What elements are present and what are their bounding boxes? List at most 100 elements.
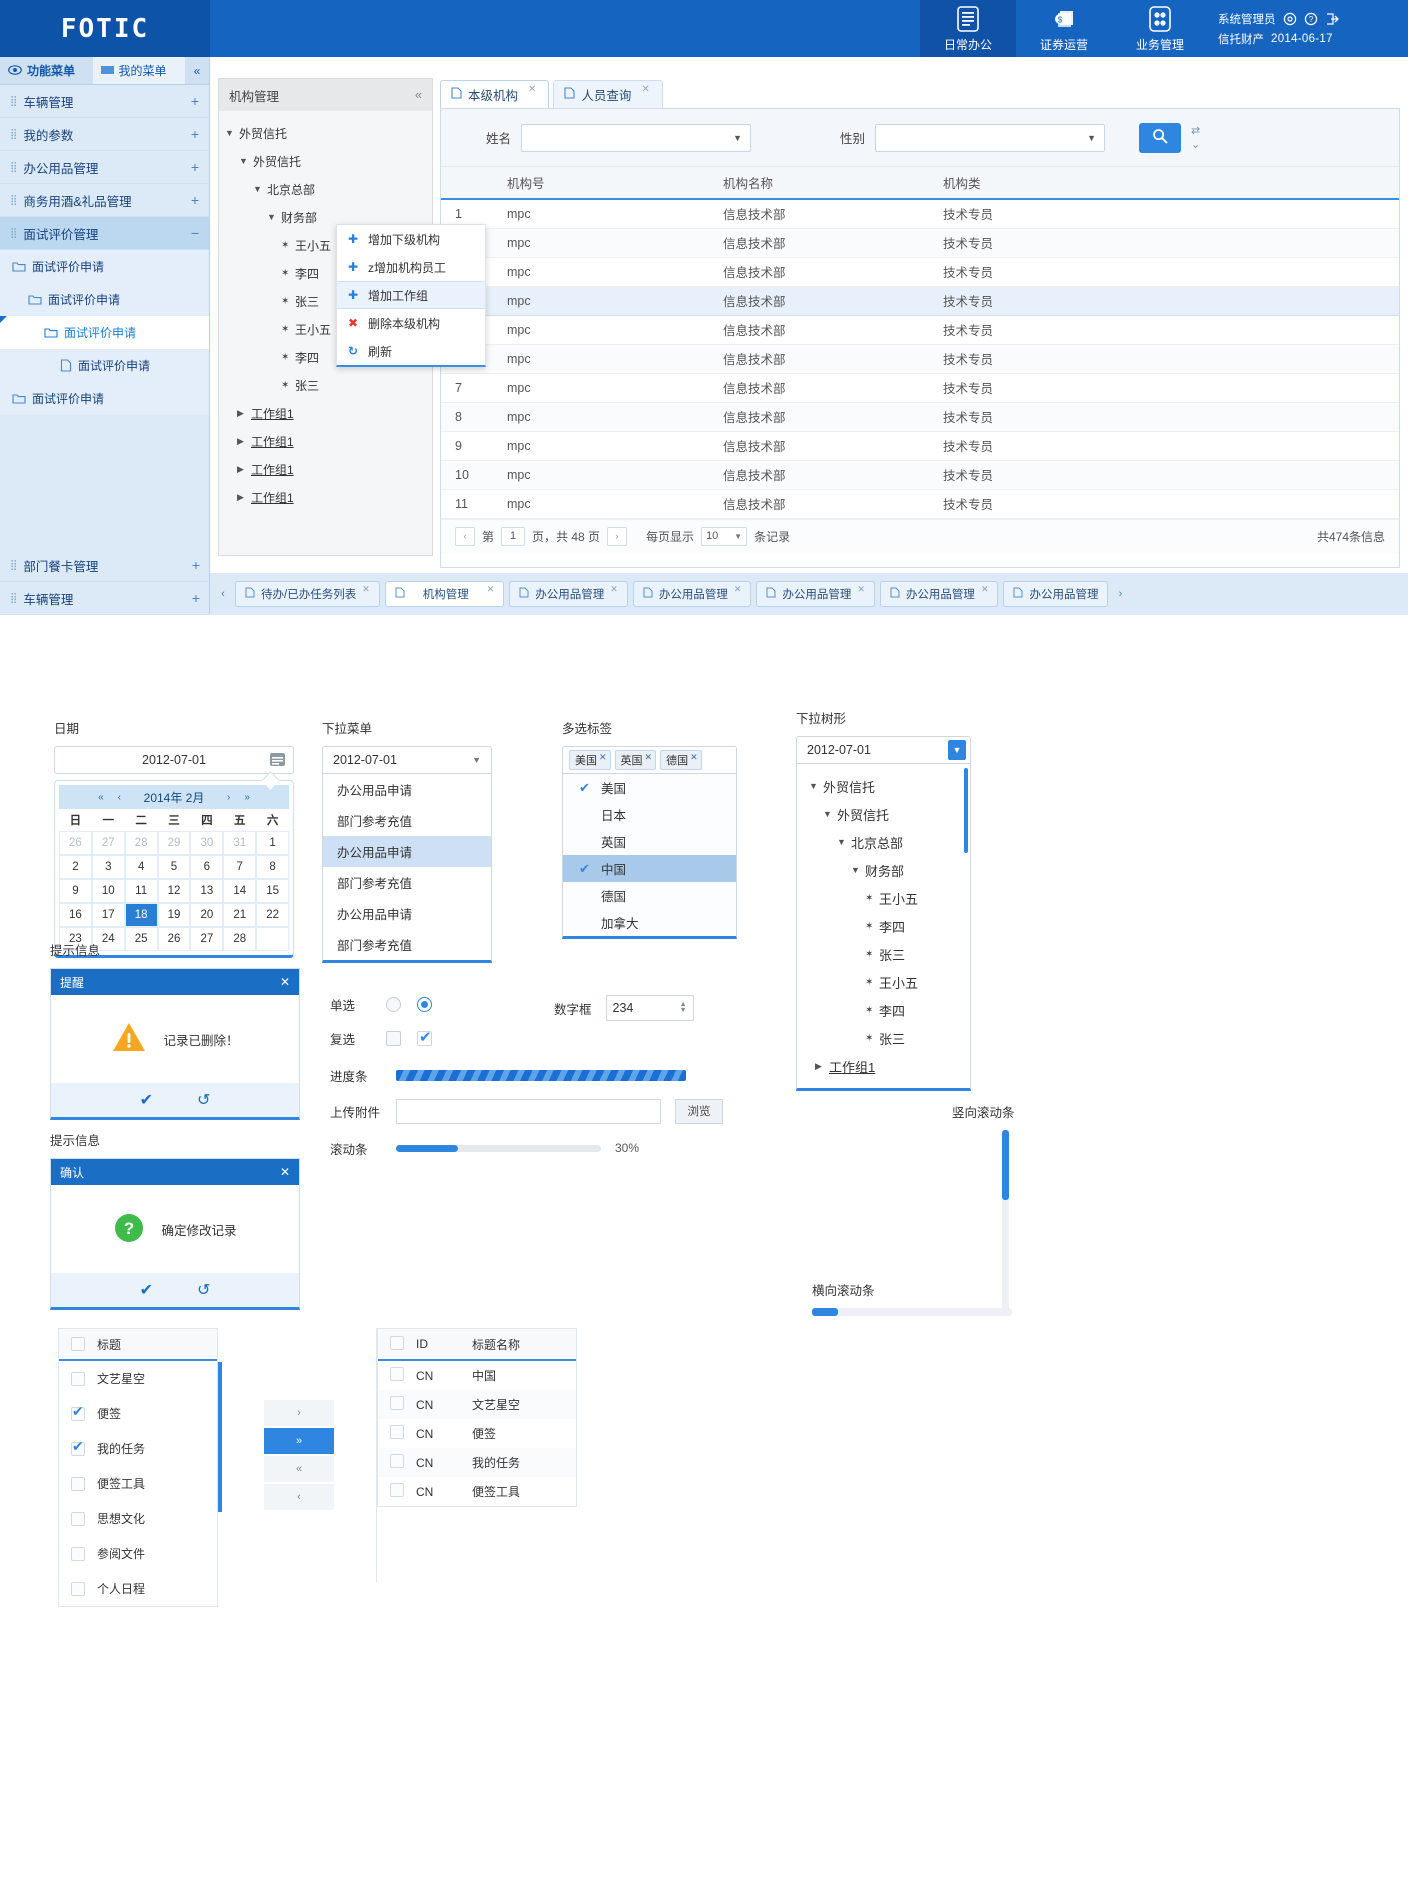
upload-input[interactable] xyxy=(396,1098,661,1124)
item-checkbox[interactable] xyxy=(71,1476,85,1491)
ctx-add-employee[interactable]: ✚ z增加机构员工 xyxy=(337,253,485,281)
ctx-add-work-group[interactable]: ✚ 增加工作组 xyxy=(337,281,485,309)
sidebar-subitem-interview-2[interactable]: 面试评价申请 xyxy=(0,316,209,349)
sidebar-tab-function-menu[interactable]: 功能菜单 xyxy=(0,57,93,84)
table-row[interactable]: 10 mpc 信息技术部 技术专员 xyxy=(441,460,1399,490)
day-cell[interactable]: 19 xyxy=(157,903,191,927)
close-icon[interactable]: ✕ xyxy=(487,584,495,595)
name-select[interactable]: ▼ xyxy=(521,123,751,152)
list-item[interactable]: 思想文化 xyxy=(59,1501,217,1536)
close-icon[interactable]: ✕ xyxy=(857,584,865,595)
radio-selected[interactable] xyxy=(417,996,432,1012)
table-row[interactable]: CN 便签 xyxy=(378,1419,576,1448)
sidebar-item-vehicle-management[interactable]: ⣿ 车辆管理 + xyxy=(0,85,209,118)
sidebar-tab-my-menu[interactable]: 我的菜单 xyxy=(92,57,185,84)
day-cell[interactable]: 15 xyxy=(256,879,290,903)
multiselect-item[interactable]: 加拿大 xyxy=(563,909,736,936)
table-row[interactable]: 3mpc信息技术部技术专员 xyxy=(441,257,1399,287)
taskbar-tab-office-supplies-3[interactable]: 办公用品管理 ✕ xyxy=(756,581,875,607)
browse-button[interactable]: 浏览 xyxy=(675,1098,723,1124)
day-cell[interactable]: 16 xyxy=(59,903,92,927)
table-row[interactable]: 9 mpc 信息技术部 技术专员 xyxy=(441,431,1399,461)
close-icon[interactable]: ✕ xyxy=(528,84,536,95)
org-tree-node[interactable]: ▼ 外贸信托 xyxy=(225,147,432,175)
day-cell[interactable]: 2 xyxy=(59,855,92,879)
close-icon[interactable]: ✕ xyxy=(690,752,698,763)
search-button[interactable] xyxy=(1139,122,1181,153)
sidebar-item-meal-card[interactable]: ⣿ 部门餐卡管理 + xyxy=(0,549,210,582)
confirm-button[interactable]: ✔ xyxy=(140,1280,153,1300)
next-month-button[interactable]: › xyxy=(227,792,230,803)
dropdown-item-highlighted[interactable]: 办公用品申请 xyxy=(323,836,491,867)
calendar-icon[interactable] xyxy=(269,751,286,771)
day-cell[interactable]: 14 xyxy=(223,879,257,903)
tree-node[interactable]: ▼ 财务部 xyxy=(797,856,970,884)
day-cell[interactable]: 17 xyxy=(91,903,125,927)
select-all-checkbox[interactable] xyxy=(71,1337,85,1351)
dropdown-item[interactable]: 部门参考充值 xyxy=(323,929,491,960)
taskbar-next-arrow[interactable]: › xyxy=(1113,588,1127,600)
multiselect-item-selected[interactable]: ✔ 中国 xyxy=(563,855,736,882)
tree-node[interactable]: ✶ 张三 xyxy=(797,940,970,968)
vertical-scrollbar-thumb[interactable] xyxy=(964,768,968,853)
day-cell[interactable]: 10 xyxy=(91,879,125,903)
org-tree-node[interactable]: ▶ 工作组1 xyxy=(225,399,432,427)
prev-year-button[interactable]: « xyxy=(98,792,104,803)
org-tree-node[interactable]: ▼ 北京总部 xyxy=(225,175,432,203)
sidebar-subitem-interview-3[interactable]: 面试评价申请 xyxy=(0,349,209,382)
select-all-checkbox-right[interactable] xyxy=(390,1335,416,1353)
org-tree-node[interactable]: ▶ 工作组1 xyxy=(225,483,432,511)
table-row[interactable]: 2mpc信息技术部技术专员 xyxy=(441,228,1399,258)
tree-node[interactable]: ✶ 张三 xyxy=(797,1024,970,1052)
org-tree-node[interactable]: ▶ 工作组1 xyxy=(225,427,432,455)
table-row[interactable]: CN 文艺星空 xyxy=(378,1390,576,1419)
stepper-arrows-icon[interactable]: ▲ ▼ xyxy=(680,1001,687,1014)
filter-toggle-buttons[interactable]: ⇄ ⌄ xyxy=(1191,124,1200,151)
move-all-left-button[interactable]: « xyxy=(264,1456,334,1482)
taskbar-tab-office-supplies-2[interactable]: 办公用品管理 ✕ xyxy=(632,581,752,607)
org-tree-node[interactable]: ▼ 外贸信托 xyxy=(225,119,432,147)
ctx-add-sub-org[interactable]: ✚ 增加下级机构 xyxy=(337,225,485,253)
day-cell[interactable]: 1 xyxy=(256,831,290,855)
reset-button[interactable]: ↺ xyxy=(197,1280,210,1300)
move-left-button[interactable]: ‹ xyxy=(264,1484,334,1510)
item-checkbox[interactable] xyxy=(71,1546,85,1561)
number-input[interactable]: 234 ▲ ▼ xyxy=(605,995,694,1021)
tag-chip[interactable]: 英国 ✕ xyxy=(614,750,657,770)
dropdown-item[interactable]: 部门参考充值 xyxy=(323,805,491,836)
dropdown-item[interactable]: 办公用品申请 xyxy=(323,898,491,929)
close-icon[interactable]: ✕ xyxy=(599,752,607,763)
taskbar-tab-office-supplies-4[interactable]: 办公用品管理 ✕ xyxy=(879,581,999,607)
tree-node[interactable]: ▼ 外贸信托 xyxy=(797,772,970,800)
gear-icon[interactable] xyxy=(1283,12,1297,26)
day-cell[interactable]: 27 xyxy=(91,831,125,855)
taskbar-tab-todo-list[interactable]: 待办/已办任务列表 ✕ xyxy=(235,581,380,607)
tab-personnel-query[interactable]: 人员查询 ✕ xyxy=(553,80,663,108)
sidebar-item-business-gifts[interactable]: ⣿ 商务用酒&礼品管理 + xyxy=(0,184,209,217)
multiselect-item[interactable]: ✔ 美国 xyxy=(563,774,736,801)
prev-page-button[interactable]: ‹ xyxy=(455,526,475,546)
day-cell[interactable]: 9 xyxy=(59,879,92,903)
row-checkbox[interactable] xyxy=(390,1483,404,1497)
tree-node[interactable]: ✶ 李四 xyxy=(797,996,970,1024)
horizontal-scrollbar-thumb[interactable] xyxy=(812,1308,838,1316)
sidebar-collapse-button[interactable]: « xyxy=(185,57,209,84)
tab-current-org[interactable]: 本级机构 ✕ xyxy=(440,80,550,108)
table-row[interactable]: 7 mpc 信息技术部 技术专员 xyxy=(441,373,1399,403)
row-checkbox[interactable] xyxy=(390,1454,404,1468)
date-input[interactable]: 2012-07-01 xyxy=(54,746,294,774)
checkbox-icon[interactable] xyxy=(390,1335,404,1350)
close-icon[interactable]: ✕ xyxy=(645,752,653,763)
list-item[interactable]: 便签工具 xyxy=(59,1466,217,1501)
table-row[interactable]: CN 便签工具 xyxy=(378,1477,576,1506)
table-row-selected[interactable]: 4mpc信息技术部技术专员 xyxy=(441,285,1399,316)
sidebar-item-office-supplies[interactable]: ⣿ 办公用品管理 + xyxy=(0,151,209,184)
slider-track[interactable] xyxy=(396,1144,601,1152)
help-icon[interactable]: ? xyxy=(1304,12,1318,26)
day-cell[interactable]: 3 xyxy=(91,855,125,879)
nav-item-securities[interactable]: $ 证券运营 xyxy=(1016,0,1112,57)
sidebar-item-vehicle-management-2[interactable]: ⣿ 车辆管理 + xyxy=(0,582,210,615)
dropdown-item[interactable]: 部门参考充值 xyxy=(323,867,491,898)
gender-select[interactable]: ▼ xyxy=(875,123,1105,152)
close-icon[interactable]: ✕ xyxy=(981,584,989,595)
